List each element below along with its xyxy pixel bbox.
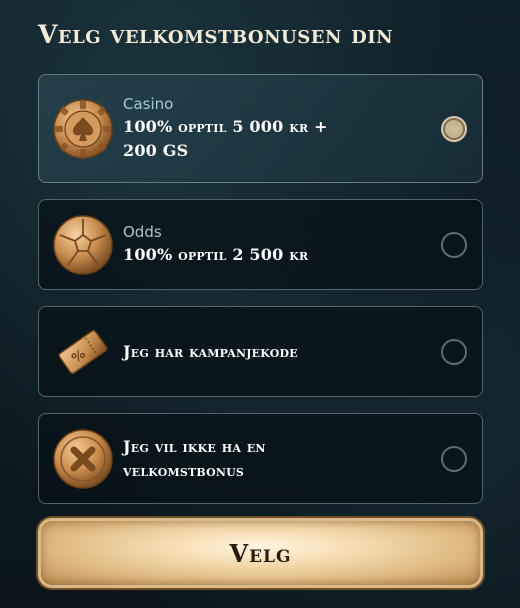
option-no-bonus-text: Jeg vil ikke ha en velkomstbonus <box>123 435 422 483</box>
poker-chip-icon <box>53 99 113 159</box>
select-button-label: Velg <box>229 538 292 568</box>
option-category: Casino <box>123 95 174 113</box>
option-odds-text: Odds 100% opptil 2 500 kr <box>123 223 422 267</box>
page-title: Velg velkomstbonusen din <box>38 20 394 49</box>
option-promo-code-text: Jeg har kampanjekode <box>123 340 422 364</box>
option-no-bonus[interactable]: Jeg vil ikke ha en velkomstbonus <box>38 413 483 504</box>
football-icon <box>53 215 113 275</box>
option-promo-code[interactable]: % Jeg har kampanjekode <box>38 306 483 397</box>
radio-casino[interactable] <box>441 116 467 142</box>
option-description: 100% opptil 2 500 kr <box>123 245 309 264</box>
option-description: 100% opptil 5 000 kr + 200 GS <box>123 115 422 163</box>
option-casino[interactable]: Casino 100% opptil 5 000 kr + 200 GS <box>38 74 483 183</box>
option-description: Jeg vil ikke ha en velkomstbonus <box>123 435 422 483</box>
radio-promo-code[interactable] <box>441 339 467 365</box>
coupon-ticket-icon: % <box>53 322 113 382</box>
radio-no-bonus[interactable] <box>441 446 467 472</box>
select-button[interactable]: Velg <box>38 518 483 588</box>
radio-odds[interactable] <box>441 232 467 258</box>
option-description-line2: velkomstbonus <box>123 461 245 480</box>
option-description: Jeg har kampanjekode <box>123 342 298 361</box>
option-description-line1: 100% opptil 5 000 kr + <box>123 117 328 136</box>
option-odds[interactable]: Odds 100% opptil 2 500 kr <box>38 199 483 290</box>
option-description-line1: Jeg vil ikke ha en <box>123 437 266 456</box>
option-category: Odds <box>123 223 162 241</box>
option-casino-text: Casino 100% opptil 5 000 kr + 200 GS <box>123 95 422 163</box>
option-description-line2: 200 GS <box>123 141 189 160</box>
cross-icon <box>53 429 113 489</box>
bonus-options-list: Casino 100% opptil 5 000 kr + 200 GS Odd… <box>38 74 483 504</box>
